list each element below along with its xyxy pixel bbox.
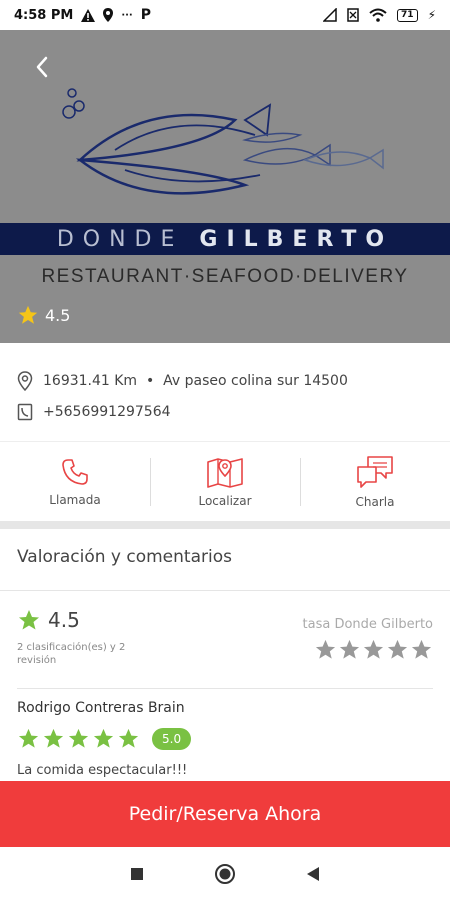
- review-stars: 5.0: [17, 727, 192, 750]
- status-time: 4:58 PM: [14, 7, 74, 23]
- green-star-icon: [43, 728, 64, 748]
- back-nav-button[interactable]: [306, 866, 320, 882]
- hero-rating: 4.5: [17, 304, 70, 326]
- status-bar: 4:58 PM ··· P 71 ⚡: [0, 0, 450, 30]
- empty-star-icon[interactable]: [386, 638, 409, 661]
- location-icon: [103, 8, 114, 22]
- chat-label: Charla: [355, 495, 395, 509]
- hero-rating-value: 4.5: [45, 305, 71, 325]
- phone-box-icon: [17, 403, 33, 421]
- green-star-icon: [68, 728, 89, 748]
- location-pin-icon: [17, 371, 33, 391]
- locate-label: Localizar: [198, 494, 252, 508]
- no-signal-icon: [323, 8, 337, 22]
- green-star-icon: [18, 728, 39, 748]
- review-score-badge: 5.0: [152, 727, 192, 750]
- call-label: Llamada: [49, 493, 101, 507]
- battery-icon: 71: [397, 8, 418, 22]
- brand-tagline: RESTAURANT·SEAFOOD·DELIVERY: [41, 266, 409, 287]
- empty-star-icon[interactable]: [362, 638, 385, 661]
- rate-stars[interactable]: [314, 638, 433, 661]
- locate-button[interactable]: Localizar: [150, 442, 300, 522]
- green-star-icon: [93, 728, 114, 748]
- brand-banner: DONDE GILBERTO: [0, 223, 450, 255]
- green-star-icon: [19, 610, 39, 630]
- map-icon: [207, 458, 243, 488]
- more-icon: ···: [121, 9, 133, 21]
- home-button[interactable]: [214, 863, 236, 885]
- green-star-icon: [118, 728, 139, 748]
- fish-logo-icon: [62, 88, 384, 195]
- rating-count: 2 clasificación(es) y 2 revisión: [17, 642, 126, 666]
- wifi-icon: [369, 8, 387, 22]
- divider: [0, 590, 450, 591]
- average-rating-value: 4.5: [48, 608, 80, 632]
- system-nav-bar: [0, 847, 450, 900]
- location-text: 16931.41 Km • Av paseo colina sur 14500: [43, 373, 348, 389]
- average-rating: 4.5: [17, 608, 80, 632]
- restaurant-hero: DONDE GILBERTO RESTAURANT·SEAFOOD·DELIVE…: [0, 30, 450, 343]
- back-button[interactable]: [28, 52, 58, 82]
- call-button[interactable]: Llamada: [0, 442, 150, 522]
- warning-icon: [81, 8, 96, 22]
- location-row[interactable]: 16931.41 Km • Av paseo colina sur 14500: [17, 371, 348, 391]
- action-bar: Llamada Localizar Charla: [0, 441, 450, 522]
- charging-icon: ⚡: [427, 8, 436, 22]
- empty-star-icon[interactable]: [338, 638, 361, 661]
- chat-button[interactable]: Charla: [300, 442, 450, 522]
- phone-icon: [62, 459, 88, 485]
- restaurant-info: 16931.41 Km • Av paseo colina sur 14500 …: [0, 343, 450, 441]
- empty-star-icon[interactable]: [410, 638, 433, 661]
- chat-icon: [357, 456, 393, 488]
- divider: [17, 688, 433, 689]
- recents-button[interactable]: [130, 867, 144, 881]
- rate-restaurant-label: tasa Donde Gilberto: [302, 617, 433, 632]
- sim-icon: [347, 8, 359, 22]
- section-divider: [0, 521, 450, 529]
- parking-icon: P: [140, 7, 151, 23]
- order-reserve-button[interactable]: Pedir/Reserva Ahora: [0, 781, 450, 847]
- reviewer-name: Rodrigo Contreras Brain: [17, 700, 185, 716]
- phone-text: +5656991297564: [43, 404, 171, 420]
- review-comment: La comida espectacular!!!: [17, 763, 188, 778]
- phone-row[interactable]: +5656991297564: [17, 403, 171, 421]
- empty-star-icon[interactable]: [314, 638, 337, 661]
- brand-name: DONDE GILBERTO: [56, 226, 394, 252]
- star-icon: [18, 305, 38, 324]
- reviews-title: Valoración y comentarios: [17, 547, 232, 567]
